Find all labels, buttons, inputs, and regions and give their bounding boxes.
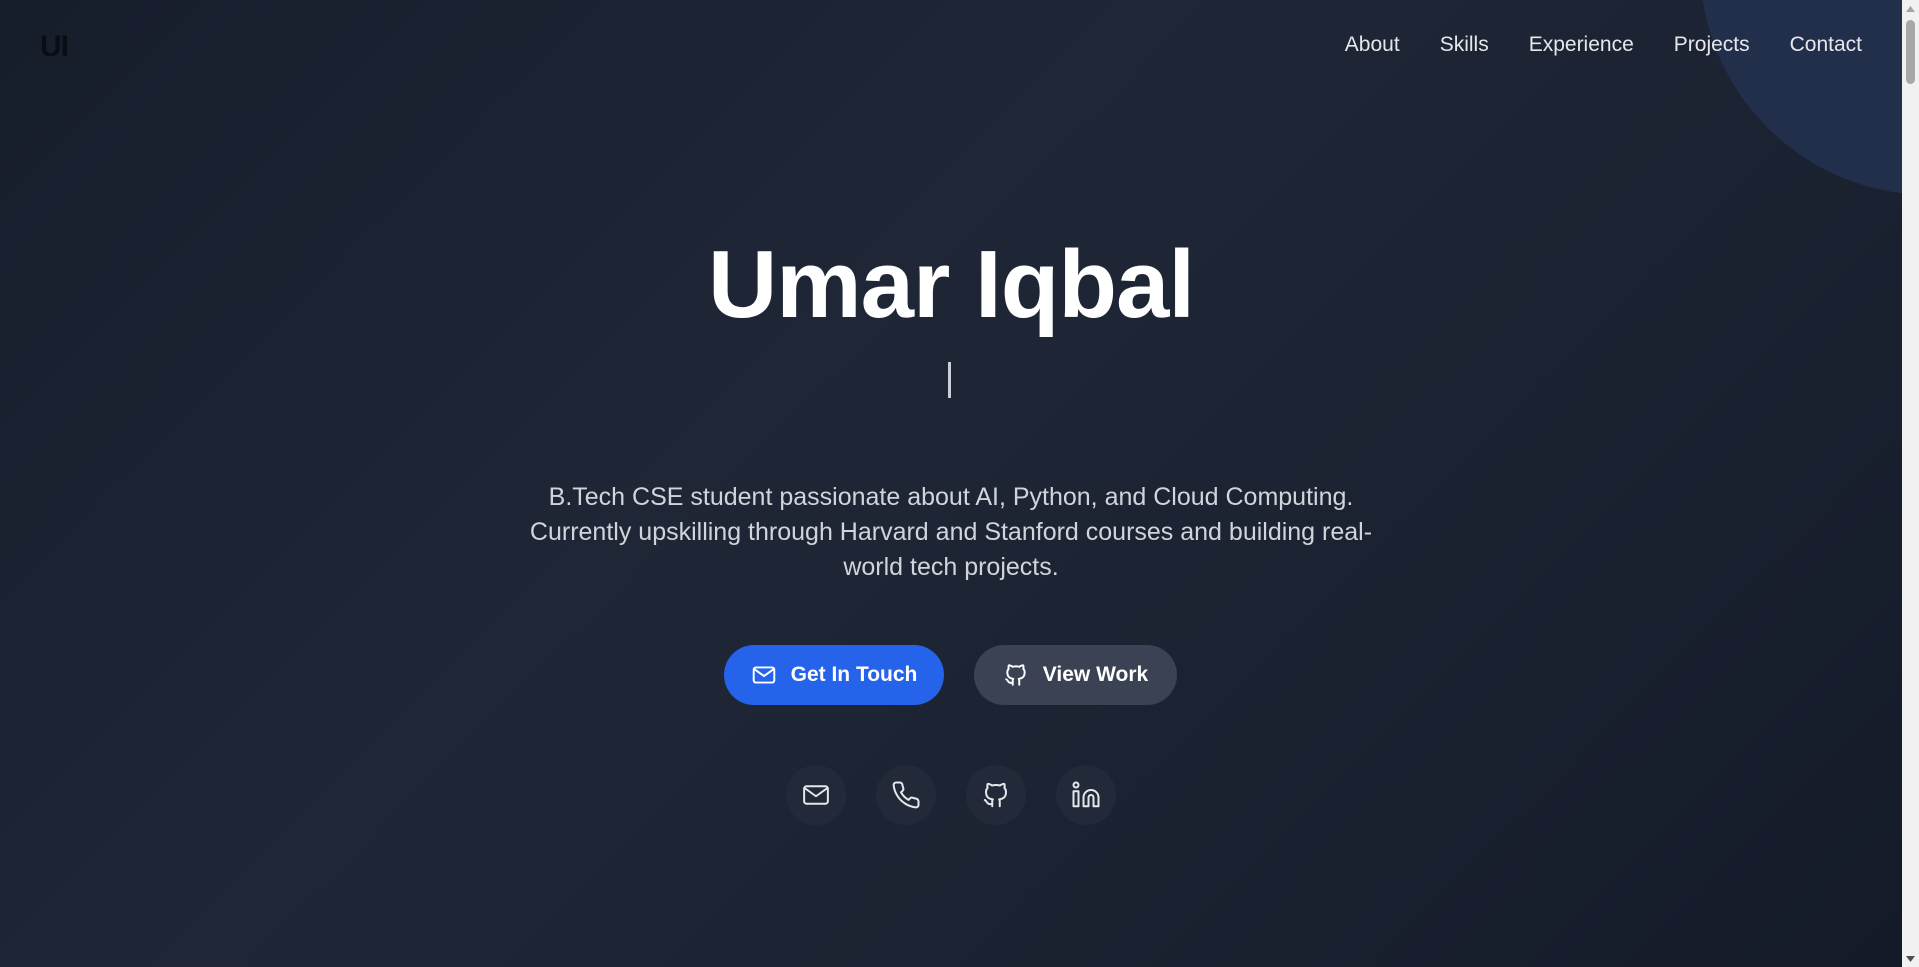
mail-icon bbox=[803, 785, 829, 805]
social-linkedin-link[interactable] bbox=[1056, 765, 1116, 825]
scroll-down-arrow[interactable] bbox=[1902, 950, 1919, 967]
hero-name: Umar Iqbal bbox=[707, 231, 1195, 338]
scroll-up-arrow[interactable] bbox=[1902, 0, 1919, 17]
nav-projects[interactable]: Projects bbox=[1674, 33, 1750, 57]
page-viewport: UI About Skills Experience Projects Cont… bbox=[0, 0, 1902, 967]
github-icon bbox=[983, 782, 1007, 808]
phone-icon bbox=[892, 781, 920, 809]
nav-skills[interactable]: Skills bbox=[1440, 33, 1489, 57]
view-work-label: View Work bbox=[1042, 663, 1149, 686]
description-line-1: B.Tech CSE student passionate about AI, … bbox=[548, 483, 1354, 511]
linkedin-icon bbox=[1072, 781, 1100, 808]
view-work-button[interactable]: View Work bbox=[974, 645, 1177, 705]
typing-cursor bbox=[948, 362, 951, 398]
nav-about[interactable]: About bbox=[1345, 33, 1400, 57]
social-phone-link[interactable] bbox=[876, 765, 936, 825]
main-nav: About Skills Experience Projects Contact bbox=[1345, 33, 1862, 57]
scrollbar-thumb[interactable] bbox=[1906, 20, 1915, 84]
social-links bbox=[786, 765, 1116, 825]
nav-contact[interactable]: Contact bbox=[1790, 33, 1862, 57]
mail-icon bbox=[752, 666, 775, 684]
vertical-scrollbar[interactable] bbox=[1902, 0, 1919, 967]
social-email-link[interactable] bbox=[786, 765, 846, 825]
site-logo[interactable]: UI bbox=[40, 30, 69, 64]
decorative-blob bbox=[1700, 0, 1902, 195]
hero-description: B.Tech CSE student passionate about AI, … bbox=[470, 480, 1432, 585]
get-in-touch-button[interactable]: Get In Touch bbox=[724, 645, 944, 705]
description-line-2: Currently upskilling through Harvard and… bbox=[529, 518, 1373, 546]
description-line-3: world tech projects. bbox=[843, 553, 1059, 581]
get-in-touch-label: Get In Touch bbox=[790, 663, 918, 686]
social-github-link[interactable] bbox=[966, 765, 1026, 825]
nav-experience[interactable]: Experience bbox=[1529, 33, 1634, 57]
github-icon bbox=[1005, 664, 1026, 686]
